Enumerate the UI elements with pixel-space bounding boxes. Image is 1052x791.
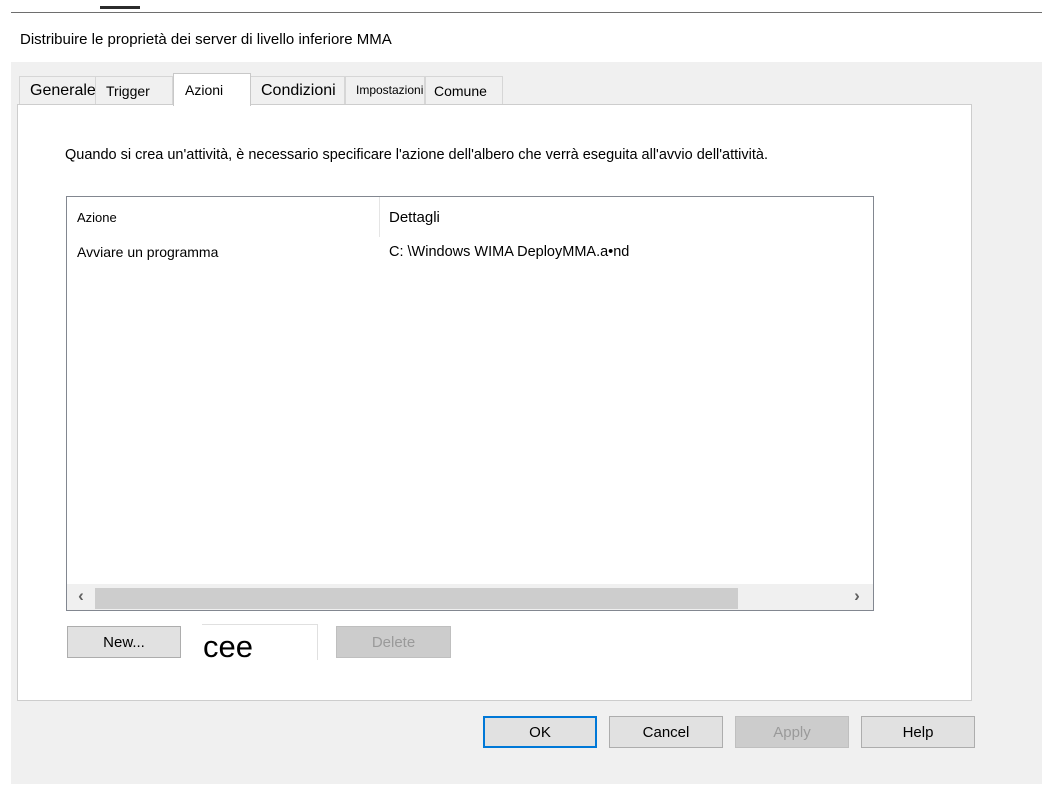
cancel-button[interactable]: Cancel	[609, 716, 723, 748]
edit-action-button[interactable]: cee	[202, 624, 318, 664]
tab-comune[interactable]: Comune	[425, 76, 503, 104]
ok-button[interactable]: OK	[483, 716, 597, 748]
tab-impostazioni[interactable]: Impostazioni	[345, 76, 425, 104]
tab-azioni[interactable]: Azioni	[173, 73, 251, 106]
column-header-details[interactable]: Dettagli	[389, 209, 440, 226]
help-button[interactable]: Help	[861, 716, 975, 748]
horizontal-scrollbar[interactable]: ‹ ›	[67, 584, 873, 610]
tab-generale[interactable]: Generale	[19, 76, 96, 104]
actions-description: Quando si crea un'attività, è necessario…	[65, 147, 768, 163]
chevron-left-icon[interactable]: ‹	[69, 586, 93, 606]
apply-button[interactable]: Apply	[735, 716, 849, 748]
tab-condizioni[interactable]: Condizioni	[250, 76, 345, 104]
delete-action-button[interactable]: Delete	[336, 626, 451, 658]
column-separator[interactable]	[379, 197, 380, 237]
tab-trigger[interactable]: Trigger	[95, 76, 173, 104]
window-top-mark	[100, 6, 140, 9]
row-details-cell: C: \Windows WIMA DeployMMA.a•nd	[389, 244, 630, 260]
window-top-border	[11, 12, 1042, 13]
window-title: Distribuire le proprietà dei server di l…	[20, 31, 392, 48]
actions-list[interactable]: Azione Dettagli Avviare un programma C: …	[66, 196, 874, 611]
scrollbar-thumb[interactable]	[95, 588, 738, 609]
row-action-cell: Avviare un programma	[77, 244, 219, 260]
new-action-button[interactable]: New...	[67, 626, 181, 658]
column-header-action[interactable]: Azione	[77, 210, 117, 225]
chevron-right-icon[interactable]: ›	[845, 586, 869, 606]
